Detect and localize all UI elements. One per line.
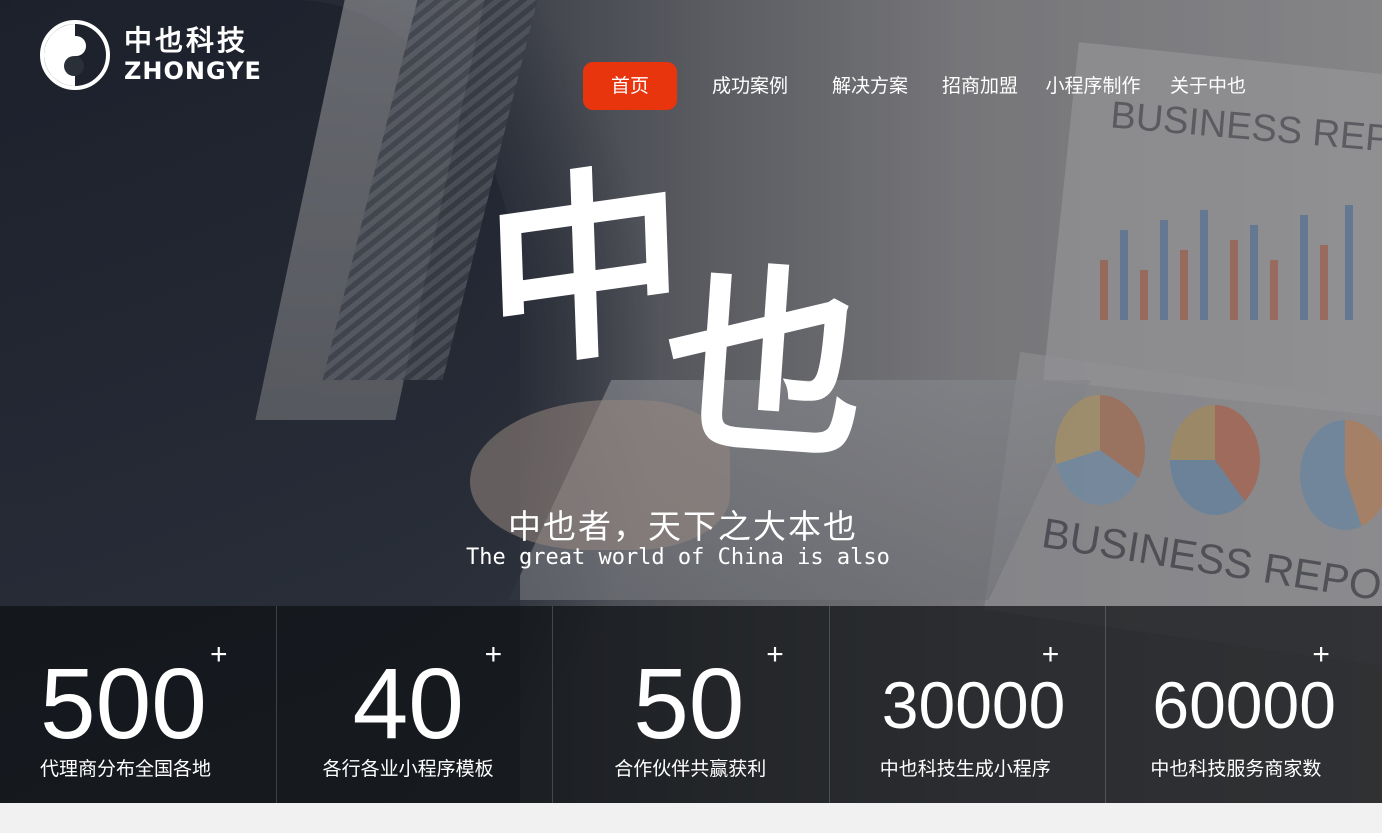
stat-label: 各行各业小程序模板: [322, 758, 494, 780]
stat-label: 中也科技服务商家数: [1150, 758, 1322, 780]
stat-number: 30000: [881, 668, 1066, 742]
stat-plus: +: [1041, 638, 1060, 671]
stat-number: 60000: [1152, 668, 1336, 742]
nav-item-solutions[interactable]: 解决方案: [823, 62, 917, 110]
nav-item-franchise[interactable]: 招商加盟: [933, 62, 1027, 110]
stat-item: 30000 + 中也科技生成小程序: [829, 606, 1107, 803]
stat-plus: +: [766, 638, 784, 671]
nav-item-home[interactable]: 首页: [583, 62, 677, 110]
hero-slogan-en: The great world of China is also: [466, 545, 890, 570]
calligraphy-char: 也: [657, 240, 874, 489]
stat-item: 40 + 各行各业小程序模板: [276, 606, 554, 803]
calligraphy-char: 中: [481, 137, 689, 402]
site-logo[interactable]: 中也科技 ZHONGYE: [40, 20, 262, 90]
stat-label: 中也科技生成小程序: [879, 758, 1051, 780]
stat-plus: +: [210, 638, 228, 671]
page-bottom-strip: [0, 803, 1382, 833]
stat-plus: +: [484, 638, 503, 671]
stat-item: 500 + 代理商分布全国各地: [0, 606, 277, 803]
stat-item: 60000 + 中也科技服务商家数: [1106, 606, 1382, 803]
stat-label: 合作伙伴共赢获利: [614, 758, 767, 780]
stat-number: 40: [352, 648, 464, 760]
hero-slogan-cn: 中也者，天下之大本也: [508, 507, 858, 546]
hero-calligraphy: 中 也: [482, 138, 905, 489]
stats-bar: 500 + 代理商分布全国各地 40 + 各行各业小程序模板 50 + 合作伙伴…: [0, 606, 1382, 803]
stat-plus: +: [1312, 638, 1330, 671]
stat-number: 500: [40, 648, 207, 760]
nav-item-miniprogram[interactable]: 小程序制作: [1041, 62, 1145, 110]
nav-item-about[interactable]: 关于中也: [1161, 62, 1255, 110]
nav-item-cases[interactable]: 成功案例: [703, 62, 797, 110]
yin-yang-logo-icon: [40, 20, 110, 90]
stat-number: 50: [633, 648, 745, 760]
stat-item: 50 + 合作伙伴共赢获利: [553, 606, 830, 803]
brand-name-cn: 中也科技: [124, 24, 249, 57]
hero-banner: BUSINESS REPORT BUSINESS REPORT 中也科技 ZHO…: [0, 0, 1382, 803]
logo-text: 中也科技 ZHONGYE: [124, 24, 262, 86]
stat-label: 代理商分布全国各地: [40, 758, 212, 780]
brand-name-en: ZHONGYE: [124, 57, 262, 85]
